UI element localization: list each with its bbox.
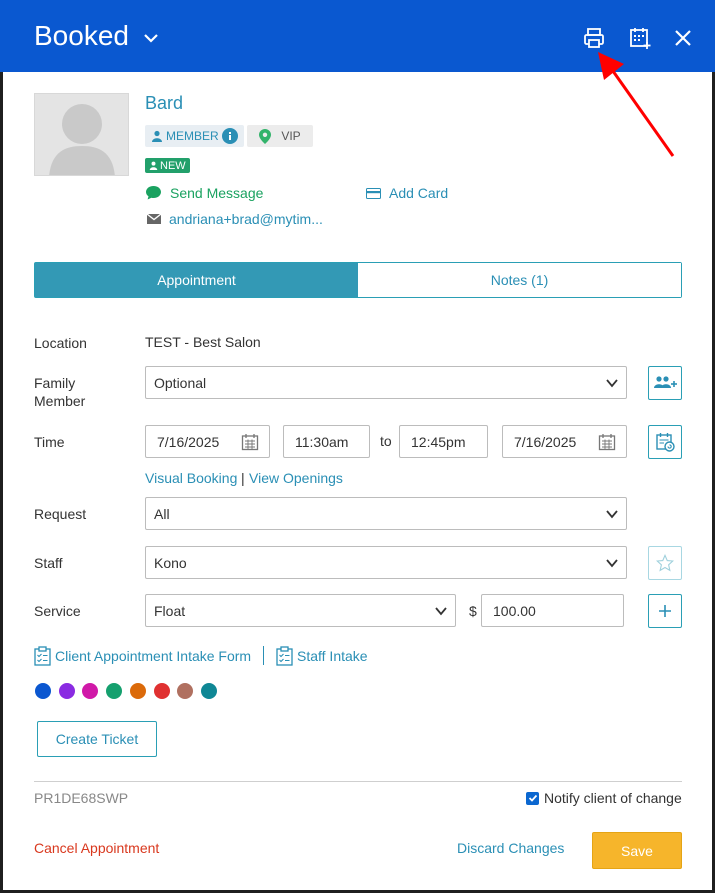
chevron-down-icon: [606, 379, 618, 388]
member-label: MEMBER: [166, 129, 219, 143]
request-label: Request: [34, 506, 87, 522]
color-swatch[interactable]: [58, 683, 75, 699]
clipboard-check-icon: [34, 646, 51, 666]
calendar-add-icon[interactable]: [627, 25, 653, 51]
print-icon[interactable]: [581, 25, 607, 51]
staff-select[interactable]: Kono: [145, 546, 627, 579]
email-label: andriana+brad@mytim...: [169, 211, 323, 227]
intake-divider: [263, 646, 264, 665]
plus-icon: [659, 605, 671, 617]
color-swatch[interactable]: [153, 683, 170, 699]
add-card-link[interactable]: Add Card: [366, 185, 448, 201]
end-date-input[interactable]: 7/16/2025: [502, 425, 627, 458]
appointment-code: PR1DE68SWP: [34, 790, 129, 806]
add-family-button[interactable]: [648, 366, 682, 400]
checkbox-checked-icon[interactable]: [526, 791, 539, 805]
staff-intake-label: Staff Intake: [297, 648, 368, 664]
price-input[interactable]: 100.00: [481, 594, 624, 627]
location-label: Location: [34, 335, 87, 351]
start-date-input[interactable]: 7/16/2025: [145, 425, 270, 458]
staff-label: Staff: [34, 555, 63, 571]
end-time-input[interactable]: 12:45pm: [399, 425, 488, 458]
currency-symbol: $: [469, 603, 477, 619]
add-card-label: Add Card: [389, 185, 449, 201]
new-label: NEW: [160, 159, 186, 172]
start-time-input[interactable]: 11:30am: [283, 425, 370, 458]
color-swatch[interactable]: [200, 683, 217, 699]
vip-badge: VIP: [247, 125, 313, 147]
start-time-value: 11:30am: [295, 433, 349, 450]
calendar-icon[interactable]: [241, 433, 259, 451]
link-separator: |: [241, 470, 245, 486]
chevron-down-icon[interactable]: [141, 28, 161, 48]
family-member-value: Optional: [154, 374, 207, 391]
tab-notes[interactable]: Notes (1): [358, 263, 681, 297]
send-message-link[interactable]: Send Message: [145, 185, 263, 201]
clipboard-check-icon: [276, 646, 293, 666]
view-openings-link[interactable]: View Openings: [249, 470, 343, 486]
save-button[interactable]: Save: [592, 832, 682, 869]
request-select[interactable]: All: [145, 497, 627, 530]
chat-icon: [146, 186, 161, 200]
end-date-value: 7/16/2025: [514, 433, 577, 450]
chevron-down-icon: [606, 510, 618, 519]
staff-value: Kono: [154, 554, 187, 571]
intake-form-link[interactable]: Client Appointment Intake Form: [34, 646, 251, 666]
calendar-refresh-button[interactable]: [648, 425, 682, 459]
service-label: Service: [34, 603, 81, 619]
discard-changes-link[interactable]: Discard Changes: [457, 840, 564, 856]
price-value: 100.00: [493, 602, 536, 619]
color-swatch[interactable]: [106, 683, 123, 699]
staff-intake-link[interactable]: Staff Intake: [276, 646, 368, 666]
service-value: Float: [154, 602, 186, 619]
create-ticket-button[interactable]: Create Ticket: [37, 721, 157, 757]
color-swatch[interactable]: [129, 683, 146, 699]
close-icon[interactable]: [670, 25, 696, 51]
user-icon: [152, 130, 162, 142]
favorite-staff-button[interactable]: [648, 546, 682, 580]
credit-card-icon: [366, 187, 381, 199]
send-message-label: Send Message: [170, 185, 264, 201]
intake-form-label: Client Appointment Intake Form: [55, 648, 252, 664]
family-add-icon: [654, 376, 677, 388]
family-label-line2: Member: [34, 393, 86, 409]
chevron-down-icon: [606, 559, 618, 568]
vip-label: VIP: [281, 129, 301, 143]
modal-header: Booked: [0, 0, 715, 72]
end-time-value: 12:45pm: [411, 433, 466, 450]
calendar-refresh-icon: [656, 433, 675, 452]
start-date-value: 7/16/2025: [157, 433, 220, 450]
location-value: TEST - Best Salon: [145, 334, 261, 350]
family-member-select[interactable]: Optional: [145, 366, 627, 399]
client-name[interactable]: Bard: [145, 93, 183, 114]
family-label-line1: Family: [34, 375, 76, 391]
divider: [34, 781, 682, 782]
avatar: [34, 93, 129, 176]
calendar-icon[interactable]: [598, 433, 616, 451]
tab-bar: Appointment Notes (1): [34, 262, 682, 298]
time-label: Time: [34, 434, 65, 450]
request-value: All: [154, 505, 170, 522]
info-icon[interactable]: [221, 128, 238, 144]
tab-appointment[interactable]: Appointment: [35, 263, 358, 297]
user-icon: [149, 161, 158, 170]
notify-client-checkbox[interactable]: Notify client of change: [526, 790, 682, 806]
color-swatch[interactable]: [35, 683, 51, 699]
visual-booking-link[interactable]: Visual Booking: [145, 470, 237, 486]
cancel-appointment-link[interactable]: Cancel Appointment: [34, 840, 159, 856]
status-title[interactable]: Booked: [34, 20, 129, 52]
add-service-button[interactable]: [648, 594, 682, 628]
service-select[interactable]: Float: [145, 594, 456, 627]
envelope-icon: [147, 214, 161, 224]
notify-label: Notify client of change: [544, 790, 682, 806]
to-label: to: [380, 433, 392, 449]
member-badge[interactable]: MEMBER: [145, 125, 244, 147]
avatar-placeholder-icon: [49, 104, 115, 175]
location-pin-icon: [259, 128, 272, 144]
star-icon: [656, 554, 674, 572]
chevron-down-icon: [435, 607, 447, 616]
new-badge: NEW: [145, 158, 190, 173]
email-link[interactable]: andriana+brad@mytim...: [147, 211, 323, 227]
